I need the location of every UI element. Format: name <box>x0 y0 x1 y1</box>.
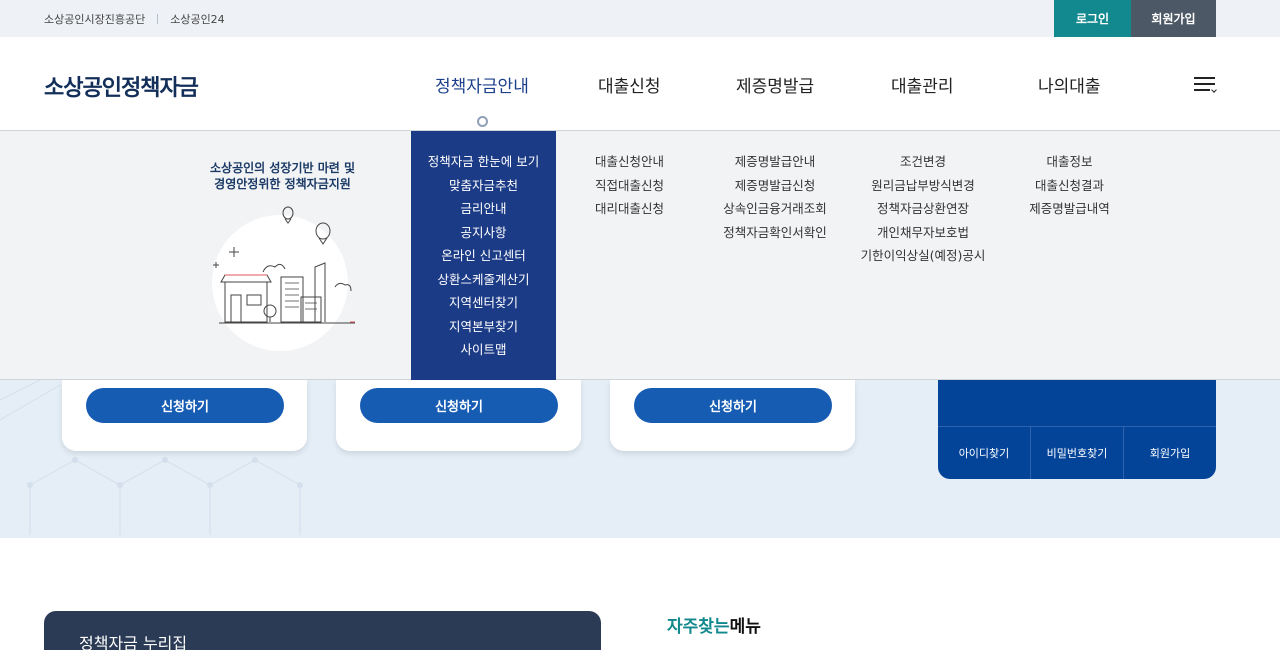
apply-button[interactable]: 신청하기 <box>634 388 832 423</box>
submenu-list: 정책자금 한눈에 보기 맞춤자금추천 금리안내 공지사항 온라인 신고센터 상환… <box>411 151 556 363</box>
submenu-item[interactable]: 직접대출신청 <box>557 175 702 199</box>
login-button[interactable]: 로그인 <box>1054 0 1131 37</box>
fund-card: 신청하기 <box>610 380 855 451</box>
mega-menu-column-active: 정책자금 한눈에 보기 맞춤자금추천 금리안내 공지사항 온라인 신고센터 상환… <box>411 131 556 380</box>
login-helper-links: 아이디찾기 비밀번호찾기 회원가입 <box>938 426 1216 479</box>
divider <box>157 14 159 24</box>
submenu-item[interactable]: 지역센터찾기 <box>411 292 556 316</box>
submenu-item[interactable]: 제증명발급신청 <box>700 175 850 199</box>
submenu-item[interactable]: 상속인금융거래조회 <box>700 198 850 222</box>
submenu-item[interactable]: 사이트맵 <box>411 339 556 363</box>
submenu-item[interactable]: 온라인 신고센터 <box>411 245 556 269</box>
site-link-sbiz24[interactable]: 소상공인24 <box>170 11 224 27</box>
intro-line: 경영안정위한 정책자금지원 <box>214 177 351 191</box>
submenu-item[interactable]: 금리안내 <box>411 198 556 222</box>
frequent-menu-title: 자주찾는메뉴 <box>667 612 761 637</box>
submenu-item[interactable]: 정책자금 한눈에 보기 <box>411 151 556 175</box>
submenu-list-loan-management: 조건변경 원리금납부방식변경 정책자금상환연장 개인채무자보호법 기한이익상실(… <box>847 151 999 269</box>
submenu-item[interactable]: 개인채무자보호법 <box>847 222 999 246</box>
submenu-item[interactable]: 상환스케줄계산기 <box>411 269 556 293</box>
submenu-item[interactable]: 공지사항 <box>411 222 556 246</box>
fund-card: 신청하기 <box>62 380 307 451</box>
city-illustration-icon <box>212 206 355 351</box>
policy-fund-site-panel[interactable]: 정책자금 누리집 <box>44 611 601 650</box>
family-site-links: 소상공인시장진흥공단 소상공인24 <box>44 11 225 27</box>
active-nav-indicator <box>477 116 488 127</box>
site-link-semas[interactable]: 소상공인시장진흥공단 <box>44 11 145 27</box>
submenu-item[interactable]: 조건변경 <box>847 151 999 175</box>
nav-my-loan[interactable]: 나의대출 <box>1038 72 1101 97</box>
nav-certificate[interactable]: 제증명발급 <box>736 72 814 97</box>
mega-menu-intro: 소상공인의 성장기반 마련 및 경영안정위한 정책자금지원 <box>195 160 370 192</box>
submenu-list-loan-apply: 대출신청안내 직접대출신청 대리대출신청 <box>557 151 702 222</box>
title-rest: 메뉴 <box>729 617 761 637</box>
submenu-item[interactable]: 대출신청안내 <box>557 151 702 175</box>
submenu-item[interactable]: 정책자금확인서확인 <box>700 222 850 246</box>
submenu-item[interactable]: 지역본부찾기 <box>411 316 556 340</box>
submenu-item[interactable]: 제증명발급내역 <box>997 198 1142 222</box>
apply-button[interactable]: 신청하기 <box>86 388 284 423</box>
site-header: 소상공인정책자금 정책자금안내 대출신청 제증명발급 대출관리 나의대출 <box>0 37 1280 131</box>
panel-title: 정책자금 누리집 <box>79 634 188 650</box>
site-logo[interactable]: 소상공인정책자금 <box>44 70 199 102</box>
submenu-item[interactable]: 대출신청결과 <box>997 175 1142 199</box>
apply-button[interactable]: 신청하기 <box>360 388 558 423</box>
nav-loan-apply[interactable]: 대출신청 <box>598 72 661 97</box>
top-utility-bar: 소상공인시장진흥공단 소상공인24 로그인 회원가입 <box>0 0 1280 37</box>
submenu-item[interactable]: 원리금납부방식변경 <box>847 175 999 199</box>
submenu-list-my-loan: 대출정보 대출신청결과 제증명발급내역 <box>997 151 1142 222</box>
login-panel: 아이디찾기 비밀번호찾기 회원가입 <box>938 380 1216 479</box>
submenu-item[interactable]: 제증명발급안내 <box>700 151 850 175</box>
submenu-list-certificate: 제증명발급안내 제증명발급신청 상속인금융거래조회 정책자금확인서확인 <box>700 151 850 245</box>
submenu-item[interactable]: 기한이익상실(예정)공시 <box>847 245 999 269</box>
hamburger-menu-icon[interactable] <box>1194 75 1218 93</box>
signup-button[interactable]: 회원가입 <box>1131 0 1216 37</box>
submenu-item[interactable]: 맞춤자금추천 <box>411 175 556 199</box>
nav-loan-management[interactable]: 대출관리 <box>891 72 954 97</box>
find-password-link[interactable]: 비밀번호찾기 <box>1031 427 1124 479</box>
intro-line: 소상공인의 성장기반 마련 및 <box>209 161 355 175</box>
submenu-item[interactable]: 대리대출신청 <box>557 198 702 222</box>
find-id-link[interactable]: 아이디찾기 <box>938 427 1031 479</box>
title-accent: 자주찾는 <box>667 617 730 637</box>
submenu-item[interactable]: 대출정보 <box>997 151 1142 175</box>
nav-policy-fund-info[interactable]: 정책자금안내 <box>435 72 529 97</box>
submenu-item[interactable]: 정책자금상환연장 <box>847 198 999 222</box>
signup-link[interactable]: 회원가입 <box>1124 427 1216 479</box>
fund-card: 신청하기 <box>336 380 581 451</box>
